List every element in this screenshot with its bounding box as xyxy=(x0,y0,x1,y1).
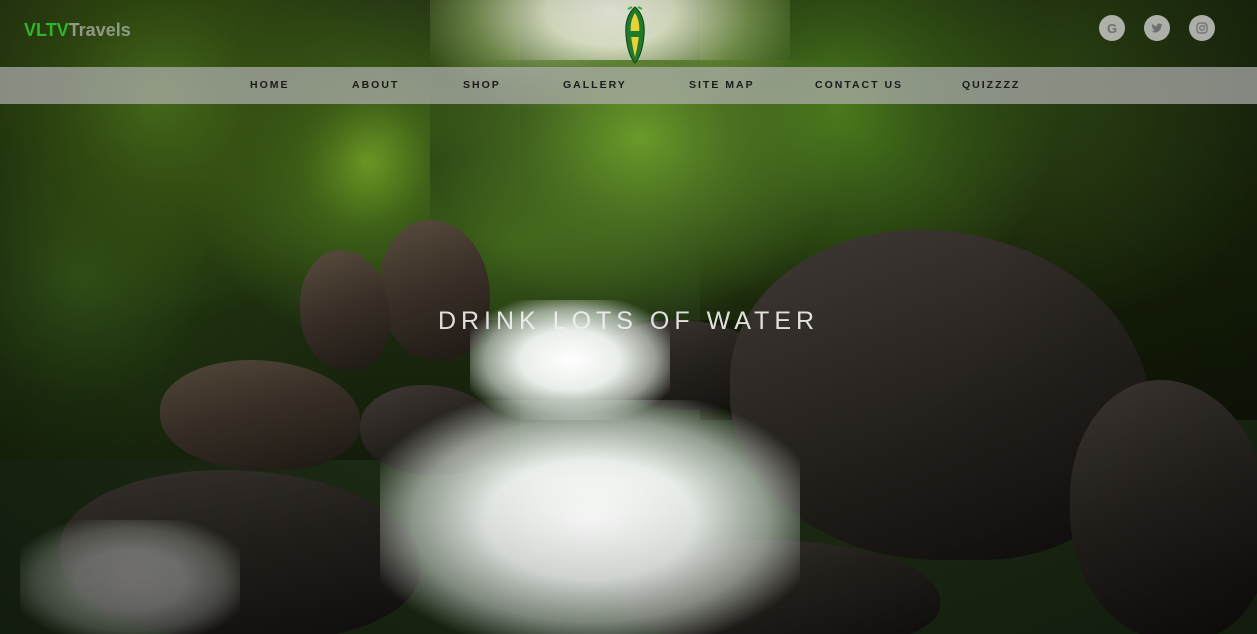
vltv-leaf-logo-icon[interactable] xyxy=(622,5,648,65)
brand-name-part2: Travels xyxy=(68,20,131,40)
nav-contact-us[interactable]: CONTACT US xyxy=(815,67,903,104)
google-icon[interactable]: G xyxy=(1099,15,1125,41)
nav-shop[interactable]: SHOP xyxy=(463,67,501,104)
brand-logo-text[interactable]: VLTVTravels xyxy=(24,20,131,41)
brand-name-part1: VLTV xyxy=(24,20,69,40)
nav-quizzzz[interactable]: QUIZZZZ xyxy=(962,67,1020,104)
nav-home[interactable]: HOME xyxy=(250,67,290,104)
main-navbar: HOME ABOUT SHOP GALLERY SITE MAP CONTACT… xyxy=(0,67,1257,104)
instagram-icon[interactable] xyxy=(1189,15,1215,41)
social-links: G xyxy=(1099,15,1215,41)
twitter-icon[interactable] xyxy=(1144,15,1170,41)
hero-section: VLTVTravels G HOME ABOUT SHOP GALLERY SI… xyxy=(0,0,1257,634)
nav-gallery[interactable]: GALLERY xyxy=(563,67,627,104)
hero-headline: DRINK LOTS OF WATER xyxy=(437,306,820,335)
nav-site-map[interactable]: SITE MAP xyxy=(689,67,755,104)
nav-about[interactable]: ABOUT xyxy=(352,67,399,104)
